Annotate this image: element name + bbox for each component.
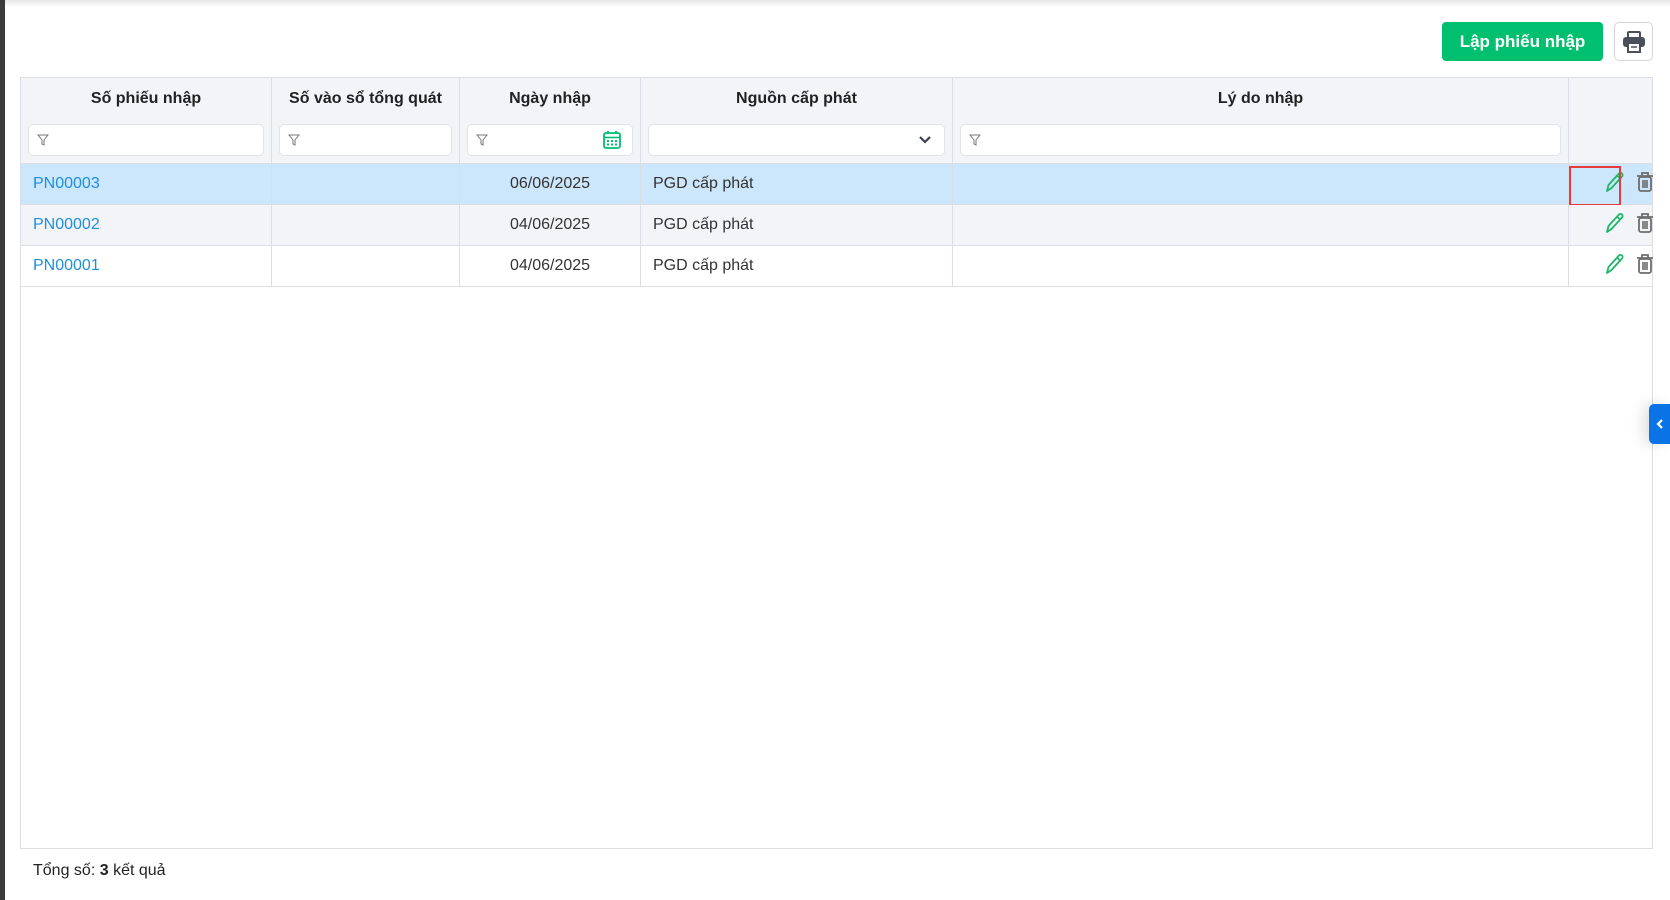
column-title: Lý do nhập (1217, 90, 1304, 107)
edit-button[interactable] (1603, 211, 1625, 240)
highlight-box (1569, 166, 1621, 206)
filter-reason-input[interactable] (960, 124, 1561, 156)
filter-receipt-number-input[interactable] (28, 124, 264, 156)
count-label: Tổng số: (33, 862, 96, 879)
filter-ledger-number-input[interactable] (279, 124, 452, 156)
receipt-number-link[interactable]: PN00001 (21, 246, 272, 286)
table-row[interactable]: PN00002 04/06/2025 PGD cấp phát (21, 205, 1655, 246)
count-value: 3 (99, 862, 109, 879)
row-actions (1589, 205, 1655, 245)
side-panel-toggle[interactable] (1649, 404, 1670, 444)
delete-icon[interactable] (1635, 212, 1655, 234)
delete-button[interactable] (1635, 253, 1655, 280)
table-header: Số phiếu nhập Số vào sổ tổng quát Ngày n… (21, 78, 1652, 164)
delete-icon[interactable] (1635, 171, 1655, 193)
reason-cell (953, 246, 1569, 286)
column-title: Nguồn cấp phát (736, 90, 857, 107)
column-title: Số phiếu nhập (90, 90, 202, 107)
delete-button[interactable] (1635, 212, 1655, 239)
row-actions (1589, 246, 1655, 286)
ledger-number-cell (272, 164, 460, 204)
edit-icon[interactable] (1603, 252, 1625, 276)
column-title: Số vào sổ tổng quát (289, 90, 442, 107)
reason-cell (953, 205, 1569, 245)
delete-icon[interactable] (1635, 253, 1655, 275)
ledger-number-cell (272, 205, 460, 245)
filter-source-select[interactable] (648, 124, 945, 156)
table-row[interactable]: PN00001 04/06/2025 PGD cấp phát (21, 246, 1655, 287)
receipt-table: Số phiếu nhập Số vào sổ tổng quát Ngày n… (20, 77, 1653, 849)
date-cell: 04/06/2025 (460, 246, 641, 286)
filter-icon (37, 134, 49, 146)
column-date: Ngày nhập (460, 78, 641, 164)
filter-icon (969, 134, 981, 146)
result-count: Tổng số: 3 kết quả (33, 862, 166, 880)
left-edge (0, 0, 5, 900)
delete-button[interactable] (1635, 171, 1655, 198)
filter-date-input[interactable] (467, 124, 633, 156)
column-reason: Lý do nhập (953, 78, 1569, 164)
edit-button[interactable] (1603, 252, 1625, 281)
table-row[interactable]: PN00003 06/06/2025 PGD cấp phát (21, 164, 1655, 206)
reason-cell (953, 164, 1569, 204)
filter-icon (476, 134, 488, 146)
chevron-down-icon (919, 136, 931, 144)
source-cell: PGD cấp phát (641, 246, 953, 286)
ledger-number-cell (272, 246, 460, 286)
calendar-icon[interactable] (602, 130, 622, 150)
print-button[interactable] (1614, 22, 1653, 61)
chevron-left-icon (1655, 419, 1663, 429)
count-suffix: kết quả (113, 862, 166, 879)
printer-icon (1622, 30, 1645, 53)
column-ledger-number: Số vào sổ tổng quát (272, 78, 460, 164)
create-receipt-button[interactable]: Lập phiếu nhập (1442, 22, 1603, 61)
filter-icon (288, 134, 300, 146)
column-receipt-number: Số phiếu nhập (21, 78, 272, 164)
column-actions (1569, 78, 1653, 164)
receipt-number-link[interactable]: PN00003 (21, 164, 272, 204)
receipt-number-link[interactable]: PN00002 (21, 205, 272, 245)
column-source: Nguồn cấp phát (641, 78, 953, 164)
date-cell: 04/06/2025 (460, 205, 641, 245)
edit-icon[interactable] (1603, 211, 1625, 235)
source-cell: PGD cấp phát (641, 205, 953, 245)
source-cell: PGD cấp phát (641, 164, 953, 204)
top-shadow (5, 0, 1670, 7)
date-cell: 06/06/2025 (460, 164, 641, 204)
column-title: Ngày nhập (509, 90, 591, 107)
